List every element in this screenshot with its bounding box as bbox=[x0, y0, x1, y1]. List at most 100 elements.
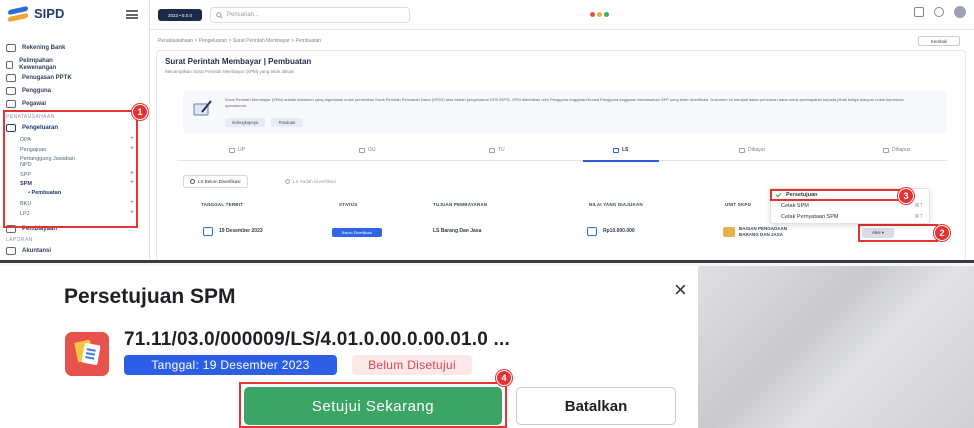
menu-item-label: Cetak Pernyataan SPM bbox=[781, 214, 839, 220]
calendar-icon[interactable] bbox=[914, 7, 924, 17]
file-icon bbox=[229, 147, 235, 153]
col-header-tanggal: TANGGAL TERBIT bbox=[201, 202, 244, 207]
building-icon bbox=[723, 227, 735, 237]
approval-modal: Persetujuan SPM × 71.11/03.0/000009/LS/4… bbox=[40, 266, 698, 428]
sidebar-item-pelimpahan[interactable]: Pelimpahan Kewenangan bbox=[6, 58, 66, 72]
sidebar: SIPD Rekening Bank Pelimpahan Kewenangan… bbox=[0, 0, 150, 260]
document-pen-icon bbox=[193, 100, 212, 116]
tab-label: Dihapus bbox=[892, 147, 911, 153]
status-badge: Belum Diverifikasi bbox=[332, 228, 382, 237]
guide-button[interactable]: Panduan bbox=[271, 118, 303, 127]
menu-item-cetak-pernyataan[interactable]: Cetak Pernyataan SPM bbox=[781, 214, 838, 220]
calendar-icon bbox=[203, 227, 213, 236]
approve-button[interactable]: Setujui Sekarang bbox=[244, 387, 502, 425]
col-header-tujuan: TUJUAN PEMBAYARAN bbox=[433, 202, 488, 207]
active-tab-indicator bbox=[583, 160, 659, 162]
search-icon bbox=[216, 12, 223, 19]
color-dots bbox=[590, 12, 609, 17]
breadcrumb[interactable]: Penatausahaan > Pengeluaran > Surat Peri… bbox=[158, 38, 321, 44]
row-unit: BAGIAN PENGADAAN BARANG DAN JASA bbox=[739, 226, 787, 238]
tab-tu[interactable]: TU bbox=[489, 147, 505, 153]
tab-bar: UP GU TU LS Dibayar Dihapus bbox=[177, 147, 947, 162]
document-number: 71.11/03.0/000009/LS/4.01.0.00.0.00.01.0… bbox=[124, 329, 510, 350]
highlight-aksi bbox=[858, 224, 938, 242]
sidebar-item-rekening-bank[interactable]: Rekening Bank bbox=[6, 44, 65, 52]
avatar[interactable] bbox=[954, 6, 966, 18]
filter-sudah-diverifikasi[interactable]: LS Sudah Diverifikasi bbox=[285, 175, 336, 188]
status-badge: Belum Disetujui bbox=[352, 355, 472, 375]
file-icon bbox=[613, 147, 619, 153]
page-title: Surat Perintah Membayar | Pembuatan bbox=[165, 57, 312, 66]
tab-dihapus[interactable]: Dihapus bbox=[883, 147, 910, 153]
tab-label: LS bbox=[622, 147, 629, 153]
sidebar-item-label: Pengguna bbox=[22, 88, 52, 94]
col-header-unit: UNIT SKPD bbox=[725, 202, 752, 207]
step-marker-4: 4 bbox=[496, 370, 512, 386]
more-info-button[interactable]: Selengkapnya bbox=[225, 118, 265, 127]
assignment-icon bbox=[6, 74, 16, 82]
shortcut-hint: ⌘T bbox=[914, 203, 923, 209]
close-icon[interactable]: × bbox=[674, 277, 687, 303]
tab-dibayar[interactable]: Dibayar bbox=[739, 147, 765, 153]
approval-dialog-screen: Persetujuan SPM × 71.11/03.0/000009/LS/4… bbox=[0, 266, 974, 428]
background-overlay bbox=[698, 266, 974, 428]
col-header-status: STATUS bbox=[339, 202, 358, 207]
menu-item-cetak-spm[interactable]: Cetak SPM bbox=[781, 203, 809, 209]
tab-gu[interactable]: GU bbox=[359, 147, 376, 153]
filter-belum-diverifikasi[interactable]: LS Belum Diverifikasi bbox=[183, 175, 248, 188]
app-logo[interactable]: SIPD bbox=[8, 5, 65, 22]
user-icon bbox=[6, 87, 16, 95]
modal-title: Persetujuan SPM bbox=[64, 285, 236, 308]
sidebar-item-label: Penugasan PPTK bbox=[22, 75, 72, 81]
top-bar: 2023 • 5.0.0 Pencarian... bbox=[150, 0, 974, 30]
step-marker-1: 1 bbox=[132, 104, 148, 120]
tab-label: UP bbox=[238, 147, 245, 153]
transfer-icon bbox=[6, 61, 14, 69]
money-icon bbox=[587, 227, 597, 236]
radio-icon bbox=[285, 179, 290, 184]
filter-label: LS Belum Diverifikasi bbox=[198, 179, 241, 184]
file-icon bbox=[359, 147, 365, 153]
sidebar-item-akuntansi[interactable]: Akuntansi bbox=[6, 247, 51, 255]
unit-line: BARANG DAN JASA bbox=[739, 232, 784, 237]
row-nilai: Rp10.000.000 bbox=[603, 228, 635, 234]
menu-item-label: Cetak SPM bbox=[781, 203, 809, 209]
main-card: Surat Perintah Membayar | Pembuatan Mena… bbox=[156, 50, 966, 260]
file-icon bbox=[739, 147, 745, 153]
check-icon bbox=[775, 191, 782, 198]
menu-item-persetujuan[interactable]: Persetujuan bbox=[770, 189, 902, 201]
sidebar-item-label: Rekening Bank bbox=[22, 45, 66, 51]
info-box: Surat Perintah Membayar (SPM) adalah dok… bbox=[183, 91, 947, 133]
tab-ls[interactable]: LS bbox=[613, 147, 628, 153]
filter-label: LS Sudah Diverifikasi bbox=[293, 179, 336, 184]
cancel-button[interactable]: Batalkan bbox=[516, 387, 676, 425]
sidebar-item-penugasan[interactable]: Penugasan PPTK bbox=[6, 74, 72, 82]
file-icon bbox=[489, 147, 495, 153]
sidebar-item-label: Pegawai bbox=[22, 101, 47, 107]
sidebar-item-pengguna[interactable]: Pengguna bbox=[6, 87, 51, 95]
col-header-nilai: NILAI YANG DIAJUKAN bbox=[589, 202, 643, 207]
search-input[interactable]: Pencarian... bbox=[210, 7, 410, 23]
highlight-sidebar-menu bbox=[3, 110, 138, 228]
spm-list-screen: SIPD Rekening Bank Pelimpahan Kewenangan… bbox=[0, 0, 974, 263]
radio-icon bbox=[190, 179, 195, 184]
year-badge[interactable]: 2023 • 5.0.0 bbox=[158, 9, 202, 21]
date-badge: Tanggal: 19 Desember 2023 bbox=[124, 355, 337, 375]
sidebar-item-pegawai[interactable]: Pegawai bbox=[6, 100, 46, 108]
tab-label: Dibayar bbox=[748, 147, 766, 153]
document-icon bbox=[65, 332, 109, 376]
app-name: SIPD bbox=[34, 6, 65, 21]
bank-icon bbox=[6, 44, 16, 52]
menu-item-label: Persetujuan bbox=[786, 192, 818, 198]
back-button[interactable]: Kembali bbox=[918, 36, 960, 46]
ledger-icon bbox=[6, 247, 16, 255]
tab-up[interactable]: UP bbox=[229, 147, 245, 153]
refresh-icon[interactable] bbox=[934, 7, 944, 17]
tab-label: TU bbox=[498, 147, 505, 153]
search-placeholder: Pencarian... bbox=[227, 12, 260, 18]
tab-label: GU bbox=[368, 147, 376, 153]
shortcut-hint: ⌘T bbox=[914, 214, 923, 220]
sidebar-item-label: Akuntansi bbox=[22, 248, 52, 254]
menu-toggle-icon[interactable] bbox=[126, 10, 138, 19]
section-laporan: LAPORAN bbox=[6, 237, 33, 243]
